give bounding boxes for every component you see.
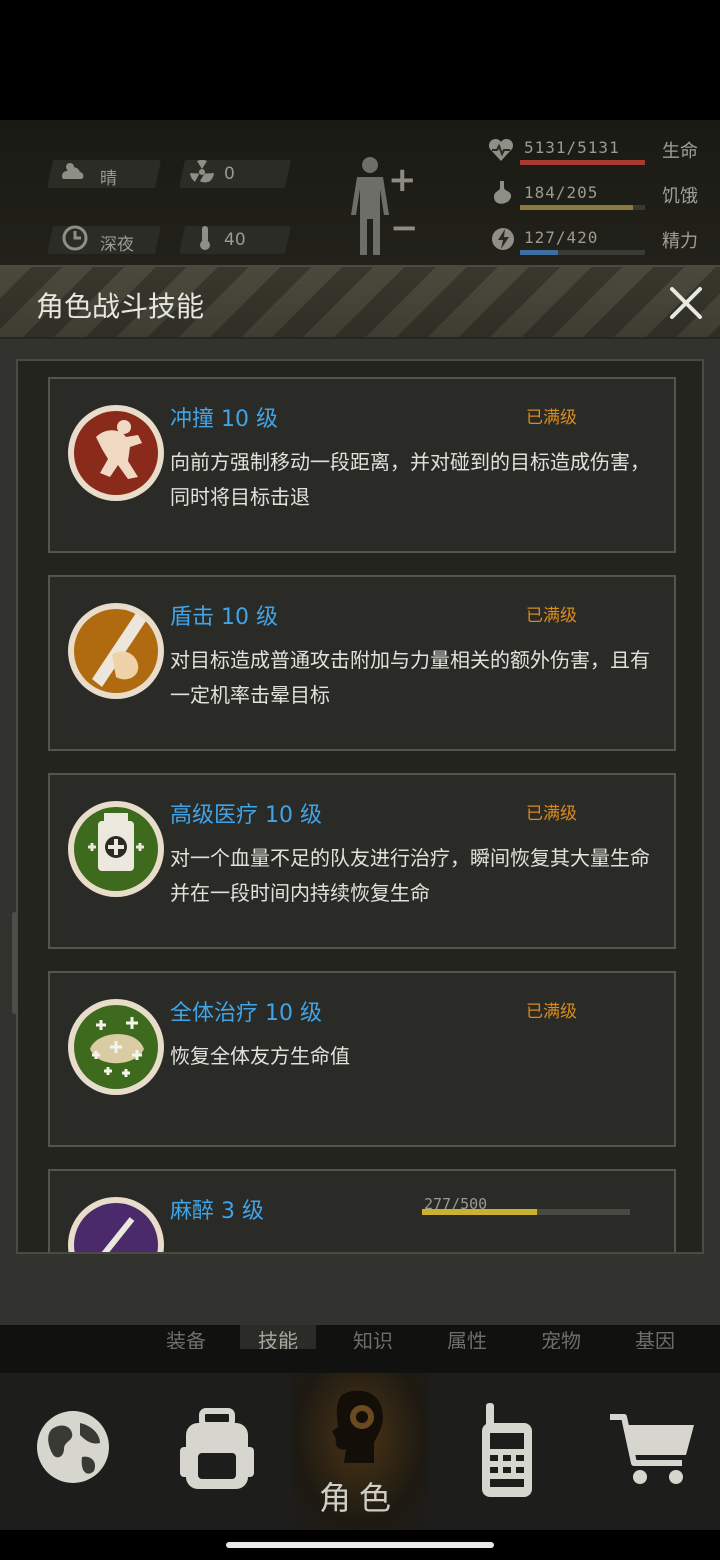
nav-shop-button[interactable] xyxy=(576,1373,720,1530)
skill-name: 盾击 10 级 xyxy=(170,605,278,630)
advanced-medical-icon xyxy=(68,801,164,897)
skill-name: 冲撞 10 级 xyxy=(170,407,278,432)
skill-description: 向前方强制移动一段距离，并对碰到的目标造成伤害，同时将目标击退 xyxy=(170,450,650,509)
energy-icon xyxy=(492,228,514,250)
scrollbar[interactable] xyxy=(12,912,17,1014)
anesthesia-icon xyxy=(68,1197,164,1252)
skill-description: 对目标造成普通攻击附加与力量相关的额外伤害，且有一定机率击晕目标 xyxy=(170,648,650,707)
nav-character-button[interactable]: 角色 xyxy=(292,1373,428,1530)
thermometer-icon xyxy=(200,226,210,250)
charge-icon xyxy=(68,405,164,501)
tab-pets[interactable]: 宠物 xyxy=(520,1325,602,1349)
shield-bash-icon xyxy=(68,603,164,699)
time-of-day-text: 深夜 xyxy=(100,235,134,255)
dialog-header: 角色战斗技能 xyxy=(0,267,720,339)
nav-character-label: 角色 xyxy=(318,1479,399,1517)
nav-radio-button[interactable] xyxy=(432,1373,576,1530)
nav-map-button[interactable] xyxy=(0,1373,144,1530)
energy-value: 127/420 xyxy=(524,228,599,247)
hunger-value: 184/205 xyxy=(524,183,599,202)
skill-description: 恢复全体友方生命值 xyxy=(170,1044,350,1068)
skill-card-charge[interactable]: 冲撞 10 级 已满级 向前方强制移动一段距离，并对碰到的目标造成伤害，同时将目… xyxy=(48,377,676,553)
energy-label: 精力 xyxy=(662,231,698,252)
skill-card-anesthesia[interactable]: 麻醉 3 级 277/500 xyxy=(48,1169,676,1252)
skill-progress-text: 277/500 xyxy=(424,1195,488,1213)
skill-list[interactable]: 冲撞 10 级 已满级 向前方强制移动一段距离，并对碰到的目标造成伤害，同时将目… xyxy=(16,359,704,1254)
skill-card-shield-bash[interactable]: 盾击 10 级 已满级 对目标造成普通攻击附加与力量相关的额外伤害，且有一定机率… xyxy=(48,575,676,751)
globe-icon xyxy=(37,1411,109,1483)
body-plus-icon[interactable]: + xyxy=(388,160,417,200)
character-icon xyxy=(332,1390,383,1463)
skill-status-maxed: 已满级 xyxy=(526,804,577,824)
skill-status-maxed: 已满级 xyxy=(526,1002,577,1022)
dialog-title: 角色战斗技能 xyxy=(36,290,205,323)
home-indicator[interactable] xyxy=(226,1542,494,1548)
weather-cloud-icon xyxy=(62,163,84,179)
tab-equipment[interactable]: 装备 xyxy=(140,1325,232,1349)
close-icon[interactable] xyxy=(664,281,708,325)
body-minus-icon[interactable]: − xyxy=(390,208,419,248)
skill-name: 高级医疗 10 级 xyxy=(170,803,322,828)
sub-tab-bar: 装备 技能 知识 属性 宠物 基因 xyxy=(0,1325,720,1373)
radiation-icon xyxy=(189,159,215,183)
bottom-nav: 角色 xyxy=(0,1373,720,1530)
backpack-icon xyxy=(180,1408,254,1489)
life-value: 5131/5131 xyxy=(524,138,620,157)
weather-text: 晴 xyxy=(100,169,117,189)
tab-knowledge[interactable]: 知识 xyxy=(332,1325,414,1349)
skill-card-group-heal[interactable]: 全体治疗 10 级 已满级 恢复全体友方生命值 xyxy=(48,971,676,1147)
life-label: 生命 xyxy=(662,141,698,162)
skill-status-maxed: 已满级 xyxy=(526,408,577,428)
skill-name: 全体治疗 10 级 xyxy=(170,1001,322,1026)
tab-attributes[interactable]: 属性 xyxy=(426,1325,508,1349)
tab-skills[interactable]: 技能 xyxy=(240,1325,316,1349)
skill-status-maxed: 已满级 xyxy=(526,606,577,626)
temperature-value: 40 xyxy=(224,230,246,250)
hunger-label: 饥饿 xyxy=(662,186,698,207)
life-bar xyxy=(520,160,645,165)
walkie-talkie-icon xyxy=(482,1403,532,1497)
heart-icon xyxy=(488,138,514,161)
skill-description: 对一个血量不足的队友进行治疗，瞬间恢复其大量生命并在一段时间内持续恢复生命 xyxy=(170,846,650,905)
energy-bar xyxy=(520,250,645,255)
skills-dialog: 角色战斗技能 冲撞 10 级 已满级 向前方强制移动一段距离，并对碰到的目标造成… xyxy=(0,265,720,1325)
skill-card-advanced-medical[interactable]: 高级医疗 10 级 已满级 对一个血量不足的队友进行治疗，瞬间恢复其大量生命并在… xyxy=(48,773,676,949)
tab-genes[interactable]: 基因 xyxy=(614,1325,696,1349)
group-heal-icon xyxy=(68,999,164,1095)
clock-icon xyxy=(62,225,88,251)
nav-inventory-button[interactable] xyxy=(144,1373,288,1530)
stomach-icon xyxy=(494,181,512,204)
hunger-bar xyxy=(520,205,645,210)
skill-name: 麻醉 3 级 xyxy=(170,1199,264,1224)
radiation-value: 0 xyxy=(224,164,235,184)
cart-icon xyxy=(610,1414,694,1484)
